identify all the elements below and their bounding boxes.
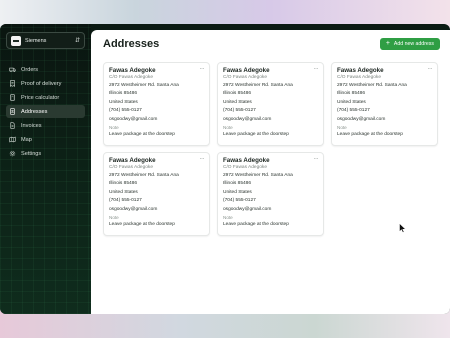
address-street: 2972 Westheimer Rd. Santa Ana	[109, 172, 179, 178]
address-card[interactable]: Fawas Adegoke ··· C/O Fawas Adegoke 2972…	[103, 62, 210, 146]
sidebar-item-invoices[interactable]: Invoices	[6, 119, 85, 132]
address-care-of: C/O Fawas Adegoke	[109, 165, 153, 170]
address-email: osgoodwy@gmail.com	[223, 206, 272, 212]
address-care-of: C/O Fawas Adegoke	[223, 165, 267, 170]
address-care-of: C/O Fawas Adegoke	[109, 75, 153, 80]
org-logo	[11, 35, 21, 46]
sidebar-item-label: Addresses	[21, 108, 48, 115]
sidebar-item-orders[interactable]: Orders	[6, 63, 85, 76]
book-icon	[9, 108, 16, 115]
org-name: Siemens	[25, 37, 47, 44]
address-card[interactable]: Fawas Adegoke ··· C/O Fawas Adegoke 2972…	[217, 152, 324, 236]
sidebar-item-label: Price calculator	[21, 94, 60, 101]
sidebar-item-label: Settings	[21, 150, 42, 157]
address-card[interactable]: Fawas Adegoke ··· C/O Fawas Adegoke 2972…	[331, 62, 438, 146]
plus-icon: +	[385, 40, 390, 47]
address-email: osgoodwy@gmail.com	[109, 206, 158, 212]
address-region: Illinois 85486	[109, 181, 138, 187]
map-icon	[9, 136, 16, 143]
address-street: 2972 Westheimer Rd. Santa Ana	[223, 82, 293, 88]
address-care-of: C/O Fawas Adegoke	[223, 75, 267, 80]
address-phone: (704) 555-0127	[223, 198, 256, 204]
sidebar-item-label: Orders	[21, 66, 39, 73]
sidebar-item-label: Proof of delivery	[21, 80, 62, 87]
address-email: osgoodwy@gmail.com	[109, 116, 158, 122]
mouse-cursor-icon	[399, 223, 406, 233]
address-country: United States	[223, 99, 252, 105]
receipt-icon	[9, 80, 16, 87]
address-grid: Fawas Adegoke ··· C/O Fawas Adegoke 2972…	[103, 62, 440, 236]
page-title: Addresses	[103, 38, 160, 50]
sidebar-item-map[interactable]: Map	[6, 133, 85, 146]
address-name: Fawas Adegoke	[337, 67, 384, 74]
page-header: Addresses + Add new address	[103, 37, 440, 51]
sidebar-nav: Orders Proof of delivery Price calculato…	[6, 63, 85, 160]
address-note-label: Note	[223, 124, 233, 130]
calculator-icon	[9, 94, 16, 101]
address-care-of: C/O Fawas Adegoke	[337, 75, 381, 80]
sidebar-item-label: Invoices	[21, 122, 42, 129]
address-email: osgoodwy@gmail.com	[337, 116, 386, 122]
address-phone: (704) 555-0127	[109, 108, 142, 114]
sidebar-item-addresses[interactable]: Addresses	[6, 105, 85, 118]
sidebar-item-label: Map	[21, 136, 32, 143]
app-window: Siemens ⇵ Orders Proof of delivery Price…	[0, 24, 450, 314]
sidebar-item-settings[interactable]: Settings	[6, 147, 85, 160]
address-name: Fawas Adegoke	[223, 67, 270, 74]
invoice-icon	[9, 122, 16, 129]
address-phone: (704) 555-0127	[337, 108, 370, 114]
address-card[interactable]: Fawas Adegoke ··· C/O Fawas Adegoke 2972…	[103, 152, 210, 236]
address-email: osgoodwy@gmail.com	[223, 116, 272, 122]
address-note-label: Note	[337, 124, 347, 130]
more-options-icon[interactable]: ···	[200, 156, 205, 162]
address-note-label: Note	[109, 124, 119, 130]
address-name: Fawas Adegoke	[109, 67, 156, 74]
address-note-label: Note	[223, 214, 233, 220]
address-region: Illinois 85486	[223, 181, 252, 187]
more-options-icon[interactable]: ···	[428, 66, 433, 72]
address-country: United States	[223, 189, 252, 195]
truck-icon	[9, 66, 16, 73]
chevron-updown-icon: ⇵	[74, 38, 80, 44]
org-switcher[interactable]: Siemens ⇵	[6, 32, 85, 49]
add-new-address-button[interactable]: + Add new address	[379, 38, 440, 50]
address-phone: (704) 555-0127	[223, 108, 256, 114]
address-note: Leave package at the doorstep	[223, 132, 289, 138]
main-content: Addresses + Add new address Fawas Adegok…	[91, 30, 450, 314]
sidebar-item-price-calculator[interactable]: Price calculator	[6, 91, 85, 104]
add-button-label: Add new address	[393, 41, 434, 47]
sidebar-item-proof-of-delivery[interactable]: Proof of delivery	[6, 77, 85, 90]
address-note: Leave package at the doorstep	[109, 222, 175, 228]
address-street: 2972 Westheimer Rd. Santa Ana	[109, 82, 179, 88]
address-country: United States	[337, 99, 366, 105]
address-note-label: Note	[109, 214, 119, 220]
address-note: Leave package at the doorstep	[109, 132, 175, 138]
more-options-icon[interactable]: ···	[314, 156, 319, 162]
sidebar: Siemens ⇵ Orders Proof of delivery Price…	[0, 24, 91, 314]
address-region: Illinois 85486	[109, 91, 138, 97]
more-options-icon[interactable]: ···	[314, 66, 319, 72]
address-region: Illinois 85486	[337, 91, 366, 97]
address-note: Leave package at the doorstep	[223, 222, 289, 228]
address-name: Fawas Adegoke	[223, 157, 270, 164]
address-card[interactable]: Fawas Adegoke ··· C/O Fawas Adegoke 2972…	[217, 62, 324, 146]
more-options-icon[interactable]: ···	[200, 66, 205, 72]
address-phone: (704) 555-0127	[109, 198, 142, 204]
gear-icon	[9, 150, 16, 157]
address-country: United States	[109, 189, 138, 195]
address-note: Leave package at the doorstep	[337, 132, 403, 138]
address-street: 2972 Westheimer Rd. Santa Ana	[337, 82, 407, 88]
address-country: United States	[109, 99, 138, 105]
address-region: Illinois 85486	[223, 91, 252, 97]
address-street: 2972 Westheimer Rd. Santa Ana	[223, 172, 293, 178]
address-name: Fawas Adegoke	[109, 157, 156, 164]
